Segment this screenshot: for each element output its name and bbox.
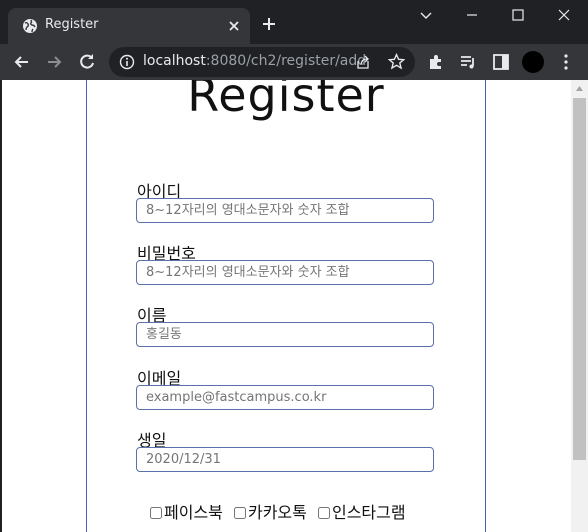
- scroll-up-arrow-icon[interactable]: [575, 84, 584, 93]
- url-text: localhost:8080/ch2/register/add: [143, 53, 366, 69]
- sns-option-label: 페이스북: [164, 503, 223, 522]
- plus-icon[interactable]: [261, 16, 277, 32]
- sns-checkbox-group: 페이스북 카카오톡 인스타그램: [150, 499, 412, 523]
- reload-icon[interactable]: [77, 52, 97, 72]
- share-icon[interactable]: [355, 54, 371, 70]
- browser-window: Register localhost:8080/ch2/register/add…: [0, 0, 588, 532]
- instagram-checkbox[interactable]: [317, 507, 330, 519]
- page-title: Register: [187, 80, 385, 122]
- url-host: localhost: [143, 53, 206, 69]
- sns-option-instagram[interactable]: 인스타그램: [317, 499, 406, 523]
- star-icon[interactable]: [388, 53, 405, 70]
- window-close-icon[interactable]: [556, 7, 572, 23]
- kebab-menu-icon[interactable]: [556, 52, 576, 72]
- sns-option-label: 카카오톡: [247, 503, 307, 522]
- password-input[interactable]: [136, 260, 434, 285]
- profile-avatar[interactable]: [522, 51, 544, 73]
- name-input[interactable]: [136, 322, 434, 347]
- sns-option-label: 인스타그램: [331, 503, 406, 522]
- sns-option-facebook[interactable]: 페이스북: [150, 499, 223, 523]
- arrow-left-icon[interactable]: [12, 52, 32, 72]
- url-path: :8080/ch2/register/add: [205, 53, 367, 69]
- register-form: Register 아이디 비밀번호 이름 이메일 생일: [86, 80, 486, 532]
- tab-title: Register: [45, 17, 99, 32]
- maximize-icon[interactable]: [510, 7, 526, 23]
- side-panel-icon[interactable]: [491, 52, 511, 72]
- close-icon[interactable]: [226, 18, 242, 34]
- email-input[interactable]: [136, 385, 434, 410]
- minimize-icon[interactable]: [464, 7, 480, 23]
- address-bar[interactable]: localhost:8080/ch2/register/add: [109, 47, 415, 77]
- chevron-down-icon[interactable]: [418, 7, 434, 23]
- info-icon[interactable]: [119, 54, 135, 70]
- birthday-input[interactable]: [136, 447, 434, 472]
- tab-register[interactable]: Register: [8, 8, 250, 44]
- globe-icon: [23, 19, 37, 33]
- puzzle-icon[interactable]: [426, 52, 446, 72]
- media-queue-icon[interactable]: [458, 52, 478, 72]
- vertical-scrollbar[interactable]: [571, 80, 588, 532]
- tab-strip: Register: [0, 0, 588, 44]
- scrollbar-thumb[interactable]: [573, 98, 586, 460]
- kakaotalk-checkbox[interactable]: [233, 507, 246, 519]
- browser-toolbar: localhost:8080/ch2/register/add: [0, 44, 588, 80]
- facebook-checkbox[interactable]: [150, 507, 162, 519]
- window-edge: [0, 80, 2, 532]
- id-input[interactable]: [136, 198, 434, 223]
- page-viewport: Register 아이디 비밀번호 이름 이메일 생일 페이스북 카카오톡 인스…: [0, 80, 588, 532]
- sns-option-kakaotalk[interactable]: 카카오톡: [233, 499, 307, 523]
- arrow-right-icon[interactable]: [44, 52, 64, 72]
